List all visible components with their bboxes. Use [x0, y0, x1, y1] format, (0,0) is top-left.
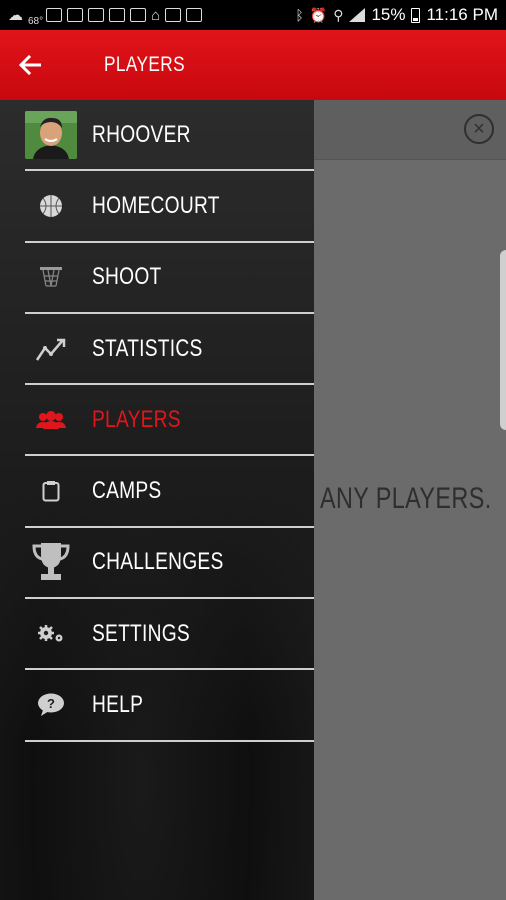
players-icon [36, 410, 66, 429]
page-title: PLAYERS [104, 53, 186, 76]
clock: 11:16 PM [426, 5, 498, 24]
notification-icons: ☁ 68° ⌂ [8, 6, 203, 27]
clipboard-icon [42, 481, 60, 502]
drawer-item-label: SHOOT [92, 263, 162, 291]
gears-icon [38, 624, 63, 642]
alarm-icon: ⏰ [309, 6, 328, 23]
app-bar: PLAYERS [0, 30, 506, 100]
help-bubble-icon: ? [38, 693, 64, 717]
drawer-item-challenges[interactable]: CHALLENGES [25, 528, 314, 600]
drawer-item-label: RHOOVER [92, 120, 191, 148]
basketball-icon [40, 194, 62, 217]
drawer-item-shoot[interactable]: SHOOT [25, 243, 314, 314]
main-toolbar: × [314, 100, 506, 160]
drawer-item-label: STATISTICS [92, 334, 203, 362]
drawer-item-label: PLAYERS [92, 405, 181, 433]
drawer-item-label: CHALLENGES [92, 548, 224, 576]
chart-trend-icon [35, 338, 66, 361]
system-status: ᛒ ⏰ ⚲ 15% 11:16 PM [295, 5, 498, 25]
drawer-item-players[interactable]: PLAYERS [25, 385, 314, 457]
scroll-handle[interactable] [500, 250, 506, 430]
avatar [25, 110, 77, 159]
app-notification-icon [88, 8, 105, 22]
drawer-item-label: CAMPS [92, 477, 162, 505]
drawer-item-profile[interactable]: RHOOVER [25, 100, 314, 172]
drawer-item-homecourt[interactable]: HOMECOURT [25, 171, 314, 243]
bluetooth-icon: ᛒ [295, 7, 304, 23]
status-bar: ☁ 68° ⌂ ᛒ ⏰ ⚲ 15% 11:16 PM [0, 0, 506, 30]
app-notification-icon [130, 8, 147, 22]
main-content-overlay[interactable]: × ANY PLAYERS. [314, 100, 506, 900]
back-button[interactable] [0, 30, 60, 100]
app-notification-icon [165, 8, 182, 22]
trophy-icon [32, 543, 70, 581]
empty-state-message: ANY PLAYERS. [320, 482, 492, 515]
battery-percent: 15% [371, 5, 406, 24]
weather-icon: ☁ [8, 7, 23, 24]
signal-icon [349, 8, 366, 22]
drawer-menu: RHOOVER HOMECOURT SHOOT STATISTICS PLAYE… [25, 100, 314, 742]
drawer-item-label: HOMECOURT [92, 191, 220, 219]
app-notification-icon [109, 8, 126, 22]
home-icon: ⌂ [151, 6, 161, 24]
drawer-item-statistics[interactable]: STATISTICS [25, 314, 314, 386]
navigation-drawer: RHOOVER HOMECOURT SHOOT STATISTICS PLAYE… [0, 100, 314, 900]
temperature-text: 68° [28, 15, 44, 27]
svg-text:?: ? [47, 696, 55, 711]
close-icon: × [473, 118, 485, 140]
drawer-item-camps[interactable]: CAMPS [25, 456, 314, 528]
battery-icon [411, 7, 421, 23]
drawer-item-label: SETTINGS [92, 619, 190, 647]
app-notification-icon [186, 8, 203, 22]
mail-icon [46, 8, 63, 22]
drawer-item-label: HELP [92, 691, 144, 719]
hoop-icon [40, 267, 62, 287]
drawer-item-settings[interactable]: SETTINGS [25, 599, 314, 671]
drawer-item-help[interactable]: ? HELP [25, 670, 314, 742]
close-button[interactable]: × [464, 114, 494, 144]
arrow-left-icon [19, 55, 41, 75]
wifi-icon: ⚲ [333, 6, 344, 23]
image-icon [67, 8, 84, 22]
